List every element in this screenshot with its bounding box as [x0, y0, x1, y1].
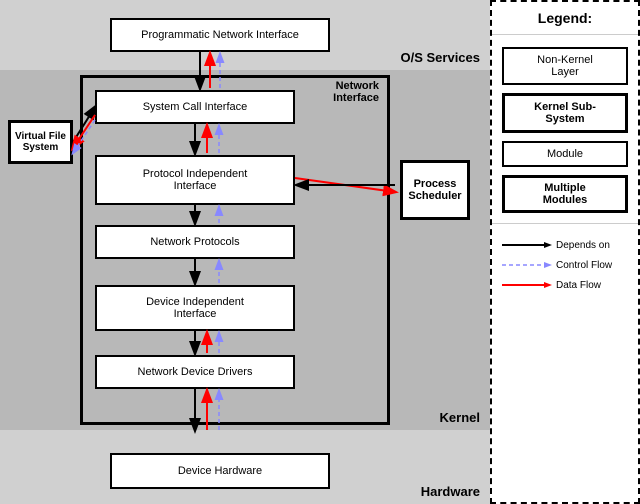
pii-box: Protocol IndependentInterface [95, 155, 295, 205]
data-label: Data Flow [556, 280, 601, 291]
legend-module-label: Module [547, 148, 583, 160]
pii-label: Protocol IndependentInterface [143, 168, 248, 192]
ndd-label: Network Device Drivers [138, 366, 253, 378]
left-panel: O/S Services Kernel Hardware Programmati… [0, 0, 490, 504]
vfs-label: Virtual FileSystem [15, 131, 66, 153]
data-flow-arrow-icon [502, 278, 552, 292]
dii-label: Device IndependentInterface [146, 296, 244, 320]
legend-arrow-control: Control Flow [502, 258, 628, 272]
sci-label: System Call Interface [143, 101, 248, 113]
network-interface-label: NetworkInterface [333, 80, 379, 104]
legend-item-module: Module [502, 141, 628, 167]
legend-item-kernel: Kernel Sub-System [502, 93, 628, 133]
legend-nonkernel-label: Non-KernelLayer [537, 54, 593, 78]
hardware-label: Hardware [421, 484, 480, 499]
main-container: O/S Services Kernel Hardware Programmati… [0, 0, 640, 504]
legend-multi-label: MultipleModules [543, 182, 588, 206]
ps-box: ProcessScheduler [400, 160, 470, 220]
control-label: Control Flow [556, 260, 612, 271]
dii-box: Device IndependentInterface [95, 285, 295, 331]
sci-box: System Call Interface [95, 90, 295, 124]
dh-box: Device Hardware [110, 453, 330, 489]
vfs-box: Virtual FileSystem [8, 120, 73, 164]
os-label: O/S Services [401, 50, 481, 65]
legend-item-nonkernel: Non-KernelLayer [502, 47, 628, 85]
depends-arrow-icon [502, 238, 552, 252]
control-flow-arrow-icon [502, 258, 552, 272]
legend-kernel-label: Kernel Sub-System [534, 101, 596, 125]
dh-label: Device Hardware [178, 465, 262, 477]
legend-panel: Legend: Non-KernelLayer Kernel Sub-Syste… [490, 0, 640, 504]
legend-item-multi: MultipleModules [502, 175, 628, 213]
np-label: Network Protocols [150, 236, 239, 248]
legend-arrow-data: Data Flow [502, 278, 628, 292]
ndd-box: Network Device Drivers [95, 355, 295, 389]
legend-item-multi-wrapper: MultipleModules [502, 175, 628, 213]
legend-title: Legend: [492, 2, 638, 35]
pni-label: Programmatic Network Interface [141, 29, 299, 41]
ps-label: ProcessScheduler [408, 178, 461, 202]
np-box: Network Protocols [95, 225, 295, 259]
depends-label: Depends on [556, 240, 610, 251]
pni-box: Programmatic Network Interface [110, 18, 330, 52]
kernel-label: Kernel [440, 410, 480, 425]
legend-arrow-depends: Depends on [502, 238, 628, 252]
